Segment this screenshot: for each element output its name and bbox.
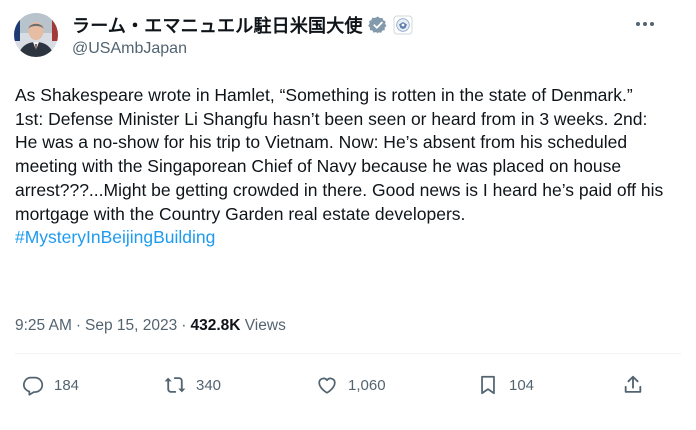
- meta-separator: ·: [181, 317, 187, 334]
- bookmark-count: 104: [509, 376, 535, 394]
- more-dot: [643, 22, 647, 26]
- tweet-date[interactable]: Sep 15, 2023: [85, 317, 177, 334]
- tweet-text: As Shakespeare wrote in Hamlet, “Somethi…: [15, 85, 669, 224]
- author-handle[interactable]: @USAmbJapan: [72, 40, 187, 58]
- display-name[interactable]: ラーム・エマニュエル駐日米国大使: [72, 12, 363, 38]
- reply-icon: [22, 376, 44, 396]
- tweet-meta: 9:25 AM · Sep 15, 2023 · 432.8K Views: [15, 317, 286, 335]
- repost-icon: [164, 377, 186, 393]
- more-dots-icon[interactable]: [630, 14, 660, 34]
- views-label: Views: [244, 317, 286, 334]
- us-government-seal-icon[interactable]: [393, 15, 413, 35]
- more-dot: [650, 22, 654, 26]
- like-button[interactable]: 1,060: [316, 371, 386, 399]
- share-icon: [624, 375, 642, 393]
- repost-button[interactable]: 340: [164, 371, 221, 399]
- hashtag-link[interactable]: #MysteryInBeijingBuilding: [15, 226, 665, 250]
- meta-separator: ·: [75, 317, 82, 334]
- more-dot: [636, 22, 640, 26]
- tweet-body: As Shakespeare wrote in Hamlet, “Somethi…: [15, 84, 665, 250]
- tweet-time[interactable]: 9:25 AM: [15, 317, 72, 334]
- share-button[interactable]: [622, 371, 644, 399]
- action-bar: 184 340 1,060 104: [0, 371, 696, 399]
- avatar-portrait: [14, 13, 58, 57]
- avatar[interactable]: [14, 13, 58, 57]
- author-row: ラーム・エマニュエル駐日米国大使: [72, 13, 413, 37]
- like-count: 1,060: [348, 376, 386, 394]
- bookmark-icon: [481, 375, 495, 395]
- verified-badge-icon[interactable]: [367, 15, 388, 35]
- views-count: 432.8K: [190, 317, 241, 334]
- divider: [15, 353, 681, 354]
- tweet: ラーム・エマニュエル駐日米国大使 @USAmbJapan As Shakespe…: [0, 0, 696, 430]
- bookmark-button[interactable]: 104: [477, 371, 534, 399]
- repost-count: 340: [196, 376, 222, 394]
- reply-button[interactable]: 184: [22, 371, 79, 399]
- reply-count: 184: [54, 376, 80, 394]
- heart-icon: [318, 377, 336, 394]
